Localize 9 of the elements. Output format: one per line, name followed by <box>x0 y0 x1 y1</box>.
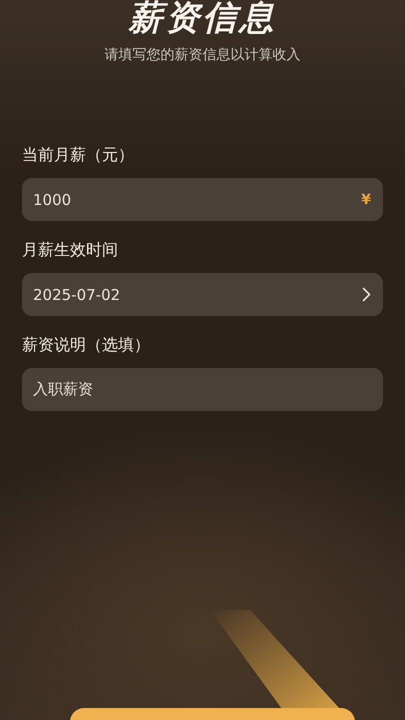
input-field[interactable]: 1000 ¥ <box>22 178 383 221</box>
chevron-right-icon <box>362 287 371 302</box>
input-field[interactable]: 入职薪资 <box>22 368 383 411</box>
field-label: 月薪生效时间 <box>22 239 119 261</box>
page-subtitle: 请填写您的薪资信息以计算收入 <box>104 46 300 64</box>
field-label: 薪资说明（选填） <box>22 334 151 356</box>
date-picker[interactable]: 2025-07-02 <box>22 273 383 316</box>
field-label: 当前月薪（元） <box>22 144 135 166</box>
page-title: 薪资信息 <box>128 0 276 38</box>
